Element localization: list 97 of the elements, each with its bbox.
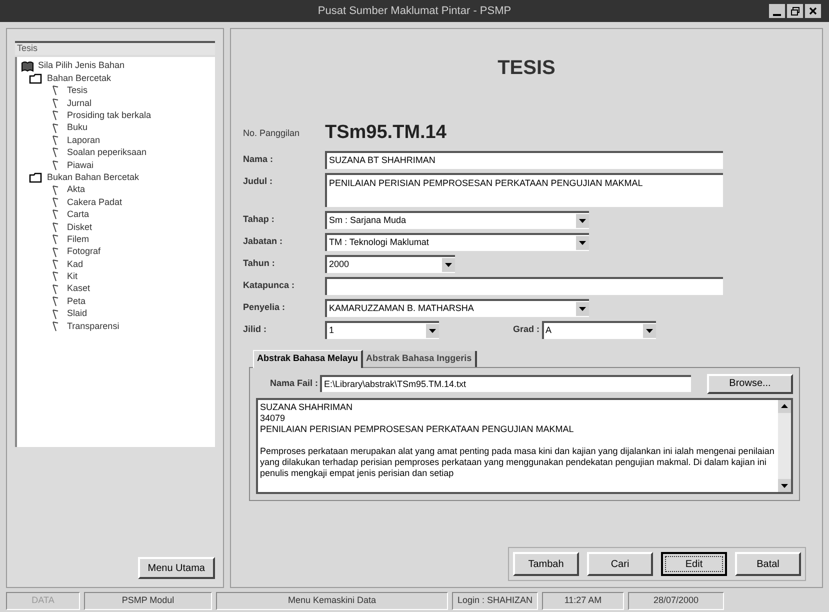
field-label: Jabatan : [243,234,284,248]
action-button[interactable]: Tambah [513,552,579,576]
page-icon [51,160,61,171]
tree-item[interactable]: Carta [67,208,90,222]
tree-item[interactable]: Kit [67,270,78,284]
window-title: Pusat Sumber Maklumat Pintar - PSMP [318,4,512,19]
minimize-icon [773,14,781,16]
tree-item[interactable]: Laporan [67,134,100,148]
tree-item[interactable]: Kad [67,258,84,272]
tab[interactable]: Abstrak Bahasa Inggeris [363,350,477,366]
field-label: Grad : [513,322,540,336]
tree-item[interactable]: Kaset [67,282,90,296]
scroll-down-icon[interactable] [778,478,791,492]
tree-item[interactable]: Jurnal [67,96,92,110]
tree-item[interactable]: Peta [67,294,86,308]
page-icon [51,122,61,134]
field-label: Nama Fail : [268,376,318,390]
status-bar-panel: 28/07/2000 [628,592,724,610]
page-icon [51,184,61,196]
page-icon [51,246,61,258]
page-icon [51,258,61,270]
tree-item[interactable]: Prosiding tak berkala [67,109,152,123]
form-heading: TESIS [498,56,556,81]
tree-item[interactable]: Transparensi [67,320,120,334]
close-icon [809,7,817,15]
page-icon [51,320,61,332]
scrollbar[interactable] [778,400,791,492]
page-icon [51,234,61,246]
tree-item[interactable]: Piawai [67,158,94,172]
page-icon [51,271,61,282]
action-button[interactable]: Cari [587,552,653,576]
search-field[interactable]: Tesis [15,41,215,55]
tree-item[interactable]: Sila Pilih Jenis Bahan [38,59,125,73]
tree-item[interactable]: Filem [67,232,89,246]
tree-item[interactable]: Bukan Bahan Bercetak [47,170,140,184]
page-icon [51,284,61,295]
tree-item[interactable]: Soalan peperiksaan [67,146,147,160]
abstract-paragraph: 34079 [260,412,286,424]
status-bar-panel: DATA [6,592,80,610]
book-icon [21,60,34,72]
restore-icon [790,6,800,16]
tab[interactable]: Abstrak Bahasa Melayu [253,350,364,368]
dropdown[interactable]: KAMARUZZAMAN B. MATHARSHA [325,298,589,316]
text-area[interactable]: PENILAIAN PERISIAN PEMPROSESAN PERKATAAN PENGUJIAN MAKMAL [325,172,723,206]
tree-item[interactable]: Buku [67,121,88,135]
tree-item[interactable]: Bahan Bercetak [47,72,112,86]
action-button[interactable]: Batal [735,552,801,576]
tree-item[interactable]: Disket [67,220,92,234]
page-icon [51,196,61,208]
folder-icon [29,73,43,84]
field-label: Tahun : [243,256,276,270]
page-icon [51,110,61,122]
minimize-button[interactable] [769,4,785,18]
page-icon [51,135,61,146]
dropdown[interactable]: 2000 [325,254,455,272]
dropdown[interactable]: A [542,320,656,338]
abstract-paragraph: Pemproses perkataan merupakan alat yang amat penting pada masa kini dan kajian yang dijalankan ini ialah mengenai penilaian yang dilakukan terhadap perisian pemproses perkataan yang menggunakan pendekatan pengujian makmal. Di dalam kajian ini penulis mengkaji empat jenis perisian dan setiap [260,446,776,478]
field-label: Tahap : [243,212,276,226]
folder-icon [29,172,43,184]
tree-item[interactable]: Tesis [67,84,88,98]
tree-item[interactable]: Cakera Padat [67,196,122,210]
dropdown[interactable]: TM : Teknologi Maklumat [325,232,589,250]
status-bar-panel: Login : SHAHIZAN [452,592,538,610]
close-button[interactable] [805,4,821,18]
page-icon [51,98,61,109]
field-label: Katapunca : [243,278,296,292]
abstract-paragraph: SUZANA SHAHRIMAN [260,402,354,412]
file-name-field[interactable]: E:\Library\abstrak\TSm95.TM.14.txt [320,375,691,392]
tree-item[interactable]: Akta [67,183,86,197]
page-icon [51,85,61,96]
abstract-paragraph: PENILAIAN PERISIAN PEMPROSESAN PERKATAAN PENGUJIAN MAKMAL [260,424,575,434]
text-field[interactable] [325,276,723,294]
text-field[interactable]: SUZANA BT SHAHRIMAN [325,150,723,168]
field-label: Penyelia : [243,300,286,314]
dropdown[interactable]: 1 [325,320,439,338]
maximize-button[interactable] [787,4,803,18]
call-number: TSm95.TM.14 [325,121,446,145]
status-bar-panel: Menu Kemaskini Data [216,592,448,610]
field-label: No. Panggilan [243,126,301,140]
page-icon [51,222,61,233]
page-icon [51,296,61,308]
scroll-up-icon[interactable] [778,400,791,412]
main-menu-button[interactable]: Menu Utama [138,557,215,579]
action-button[interactable]: Edit [661,552,727,576]
field-label: Nama : [243,152,274,166]
status-bar-panel: 11:27 AM [542,592,624,610]
field-label: Jilid : [243,322,268,336]
browse-button[interactable]: Browse... [707,374,793,394]
page-icon [51,308,61,320]
page-icon [51,147,61,158]
dropdown[interactable]: Sm : Sarjana Muda [325,210,589,228]
tree-item[interactable]: Fotograf [67,245,101,259]
tree-item[interactable]: Slaid [67,307,88,321]
field-label: Judul : [243,174,274,188]
abstract-text-area[interactable] [256,398,793,494]
status-bar-panel: PSMP Modul [84,592,212,610]
page-icon [51,209,61,220]
